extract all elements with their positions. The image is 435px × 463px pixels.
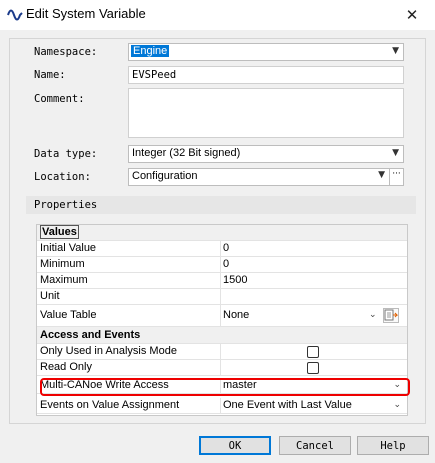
namespace-value: Engine bbox=[131, 45, 170, 57]
comment-label: Comment: bbox=[34, 93, 85, 105]
cancel-button[interactable]: Cancel bbox=[279, 436, 351, 455]
property-name: Events on Value Assignment bbox=[40, 399, 180, 411]
category-values[interactable]: Values bbox=[37, 225, 407, 241]
table-row[interactable]: Read Only bbox=[37, 360, 407, 376]
table-edit-icon[interactable] bbox=[383, 308, 399, 323]
datatype-combo[interactable]: Integer (32 Bit signed) ▼ bbox=[128, 145, 404, 163]
table-row[interactable]: Unit bbox=[37, 289, 407, 305]
table-row[interactable]: Minimum 0 bbox=[37, 257, 407, 273]
chevron-down-icon[interactable]: ▼ bbox=[378, 170, 385, 180]
chevron-down-icon[interactable]: ⌄ bbox=[369, 309, 377, 320]
chevron-down-icon[interactable]: ⌄ bbox=[393, 399, 401, 410]
location-value: Configuration bbox=[132, 170, 198, 182]
property-value[interactable]: 1500 bbox=[223, 274, 403, 286]
property-name: Only Used in Analysis Mode bbox=[40, 345, 177, 357]
property-name: Unit bbox=[40, 290, 60, 302]
location-browse-button[interactable]: ··· bbox=[389, 169, 403, 185]
properties-title: Properties bbox=[34, 199, 98, 211]
location-label: Location: bbox=[34, 171, 91, 183]
ok-button[interactable]: OK bbox=[199, 436, 271, 455]
analysis-mode-checkbox[interactable] bbox=[307, 346, 319, 358]
property-value[interactable]: 0 bbox=[223, 242, 403, 254]
property-name: Maximum bbox=[40, 274, 88, 286]
read-only-checkbox[interactable] bbox=[307, 362, 319, 374]
wave-icon bbox=[7, 9, 23, 21]
help-button[interactable]: Help bbox=[357, 436, 429, 455]
namespace-combo[interactable]: Engine ▼ bbox=[128, 43, 404, 61]
property-name: Initial Value bbox=[40, 242, 97, 254]
chevron-down-icon[interactable]: ▼ bbox=[392, 148, 399, 158]
property-name: Read Only bbox=[40, 361, 92, 373]
name-label: Name: bbox=[34, 69, 66, 81]
table-row[interactable]: Value Table None ⌄ bbox=[37, 305, 407, 327]
namespace-label: Namespace: bbox=[34, 46, 98, 58]
table-row[interactable]: Events on Value Assignment One Event wit… bbox=[37, 398, 407, 414]
property-value[interactable]: One Event with Last Value bbox=[223, 399, 403, 411]
title-bar: Edit System Variable ✕ bbox=[0, 0, 435, 30]
property-name: Minimum bbox=[40, 258, 85, 270]
table-row[interactable]: Maximum 1500 bbox=[37, 273, 407, 289]
location-combo[interactable]: Configuration ▼ ··· bbox=[128, 168, 404, 186]
property-name: Value Table bbox=[40, 309, 97, 321]
access-header: Access and Events bbox=[40, 329, 141, 341]
category-access[interactable]: Access and Events bbox=[37, 327, 407, 344]
datatype-label: Data type: bbox=[34, 148, 98, 160]
window-title: Edit System Variable bbox=[26, 6, 146, 21]
property-value[interactable]: 0 bbox=[223, 258, 403, 270]
name-field[interactable]: EVSPeed bbox=[128, 66, 404, 84]
close-icon[interactable]: ✕ bbox=[389, 0, 435, 30]
values-header: Values bbox=[40, 225, 79, 239]
table-row[interactable]: Initial Value 0 bbox=[37, 241, 407, 257]
datatype-value: Integer (32 Bit signed) bbox=[132, 147, 241, 159]
highlight-annotation bbox=[40, 378, 410, 396]
table-row[interactable]: Only Used in Analysis Mode bbox=[37, 344, 407, 360]
name-value: EVSPeed bbox=[132, 69, 177, 81]
comment-field[interactable] bbox=[128, 88, 404, 138]
chevron-down-icon[interactable]: ▼ bbox=[392, 46, 399, 56]
